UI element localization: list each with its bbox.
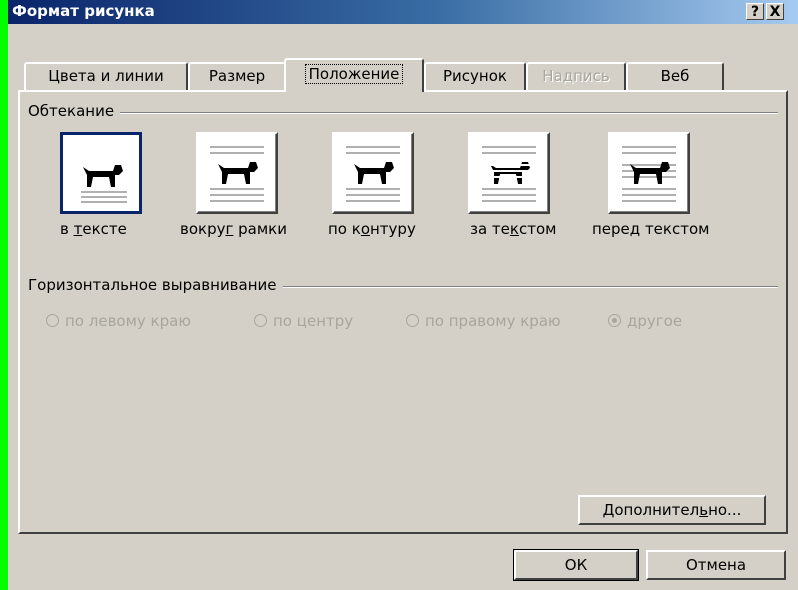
wrap-tight-icon bbox=[346, 146, 400, 202]
tab-size[interactable]: Размер bbox=[188, 62, 286, 90]
tab-position[interactable]: Положение bbox=[284, 58, 424, 92]
wrap-square-icon bbox=[210, 146, 264, 202]
tab-strip: Цвета и линии Размер Положение Рисунок Н… bbox=[8, 58, 798, 92]
wrap-infront-label: перед текстом bbox=[592, 220, 710, 238]
wrap-infront-icon bbox=[622, 146, 676, 202]
wrap-infront-button[interactable] bbox=[608, 132, 690, 214]
tab-label: Надпись bbox=[542, 67, 610, 85]
tab-picture[interactable]: Рисунок bbox=[424, 62, 526, 90]
radio-button-icon bbox=[46, 314, 59, 327]
wrap-tight-label: по контуру bbox=[328, 220, 416, 238]
radio-align-other: другое bbox=[608, 312, 682, 330]
wrap-behind-button[interactable] bbox=[468, 132, 550, 214]
wrap-inline-icon bbox=[81, 165, 127, 203]
wrap-inline-label: в тексте bbox=[60, 220, 127, 238]
radio-selected-icon bbox=[608, 314, 621, 327]
help-button[interactable]: ? bbox=[746, 3, 764, 20]
wrap-square-button[interactable] bbox=[196, 132, 278, 214]
tab-label: Положение bbox=[304, 64, 404, 84]
radio-button-icon bbox=[254, 314, 267, 327]
tab-label: Цвета и линии bbox=[48, 67, 164, 85]
close-button[interactable]: X bbox=[766, 3, 784, 20]
title-bar[interactable]: Формат рисунка ? X bbox=[8, 0, 798, 24]
tab-web[interactable]: Веб bbox=[626, 62, 724, 90]
tab-colors-lines[interactable]: Цвета и линии bbox=[24, 62, 188, 90]
wrap-behind-icon bbox=[482, 146, 536, 202]
tab-label: Размер bbox=[208, 67, 266, 85]
dialog-title: Формат рисунка bbox=[12, 2, 155, 20]
wrapping-divider bbox=[28, 112, 778, 114]
tab-label: Веб bbox=[660, 67, 690, 85]
wrap-tight-button[interactable] bbox=[332, 132, 414, 214]
tab-label: Рисунок bbox=[443, 67, 507, 85]
radio-button-icon bbox=[406, 314, 419, 327]
wrapping-group-label: Обтекание bbox=[28, 102, 121, 120]
radio-align-center: по центру bbox=[254, 312, 353, 330]
wrap-inline-button[interactable] bbox=[60, 132, 142, 214]
advanced-button[interactable]: Дополнительно... bbox=[578, 495, 766, 525]
format-picture-dialog: Формат рисунка ? X Цвета и линии Размер … bbox=[8, 0, 798, 590]
ok-button[interactable]: ОК bbox=[513, 549, 639, 581]
alignment-group-label: Горизонтальное выравнивание bbox=[28, 276, 283, 294]
tab-textbox: Надпись bbox=[526, 62, 626, 90]
radio-align-right: по правому краю bbox=[406, 312, 561, 330]
wrap-behind-label: за текстом bbox=[470, 220, 557, 238]
cancel-button[interactable]: Отмена bbox=[646, 550, 786, 580]
radio-align-left: по левому краю bbox=[46, 312, 191, 330]
wrap-square-label: вокруг рамки bbox=[180, 220, 287, 238]
